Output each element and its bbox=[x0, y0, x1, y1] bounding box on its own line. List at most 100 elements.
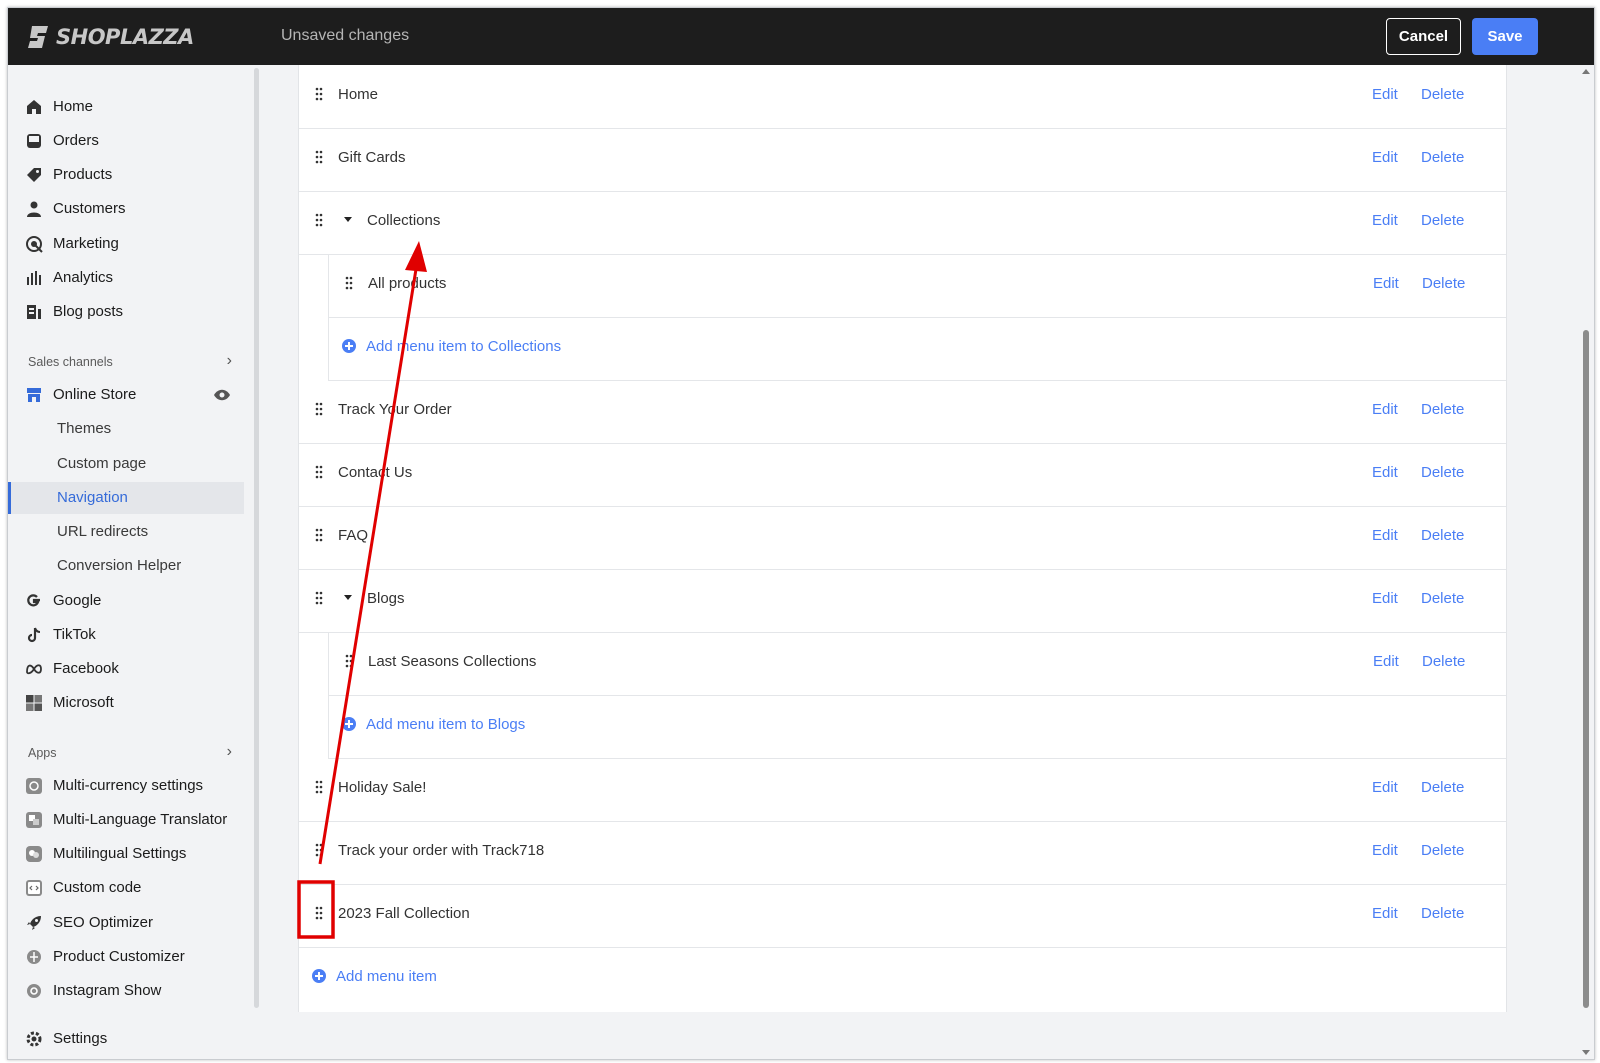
sidebar-item-blog-posts[interactable]: Blog posts bbox=[8, 296, 244, 328]
sidebar-app-multi-currency[interactable]: Multi-currency settings bbox=[8, 770, 244, 802]
delete-link[interactable]: Delete bbox=[1421, 779, 1464, 796]
delete-link[interactable]: Delete bbox=[1421, 842, 1464, 859]
multilingual-app-icon bbox=[26, 846, 42, 862]
sidebar-subitem-navigation[interactable]: Navigation bbox=[8, 482, 244, 514]
orders-icon bbox=[27, 134, 41, 148]
delete-link[interactable]: Delete bbox=[1421, 401, 1464, 418]
chevron-right-icon: › bbox=[226, 743, 232, 760]
sidebar-item-home[interactable]: Home bbox=[8, 91, 244, 123]
drag-handle-icon[interactable] bbox=[345, 654, 353, 668]
sidebar-item-customers[interactable]: Customers bbox=[8, 193, 244, 225]
edit-link[interactable]: Edit bbox=[1372, 779, 1398, 796]
scroll-down-arrow-icon[interactable] bbox=[1582, 1050, 1590, 1055]
drag-handle-icon[interactable] bbox=[315, 213, 323, 227]
edit-link[interactable]: Edit bbox=[1372, 590, 1398, 607]
sidebar-subitem-conversion-helper[interactable]: Conversion Helper bbox=[8, 550, 244, 582]
delete-link[interactable]: Delete bbox=[1421, 527, 1464, 544]
edit-link[interactable]: Edit bbox=[1372, 842, 1398, 859]
delete-link[interactable]: Delete bbox=[1421, 212, 1464, 229]
gear-icon bbox=[26, 1031, 42, 1047]
drag-handle-icon[interactable] bbox=[315, 150, 323, 164]
sidebar-item-analytics[interactable]: Analytics bbox=[8, 262, 244, 294]
delete-link[interactable]: Delete bbox=[1421, 905, 1464, 922]
edit-link[interactable]: Edit bbox=[1372, 905, 1398, 922]
sidebar-app-custom-code[interactable]: Custom code bbox=[8, 872, 244, 904]
edit-link[interactable]: Edit bbox=[1372, 86, 1398, 103]
drag-handle-icon[interactable] bbox=[315, 591, 323, 605]
edit-link[interactable]: Edit bbox=[1372, 212, 1398, 229]
delete-link[interactable]: Delete bbox=[1422, 275, 1465, 292]
sidebar-item-facebook[interactable]: Facebook bbox=[8, 653, 244, 685]
delete-link[interactable]: Delete bbox=[1421, 86, 1464, 103]
main-scrollbar[interactable] bbox=[1578, 65, 1594, 1059]
sidebar-app-product-customizer[interactable]: Product Customizer bbox=[8, 941, 244, 973]
google-icon bbox=[27, 594, 40, 607]
add-circle-icon[interactable] bbox=[312, 969, 326, 983]
menu-item-title: Track your order with Track718 bbox=[338, 842, 545, 859]
add-menu-item-to-blogs-link[interactable]: Add menu item to Blogs bbox=[366, 716, 525, 733]
drag-handle-icon[interactable] bbox=[315, 843, 323, 857]
sidebar-item-label: Analytics bbox=[53, 269, 114, 286]
edit-link[interactable]: Edit bbox=[1373, 275, 1399, 292]
add-circle-icon[interactable] bbox=[342, 717, 356, 731]
sidebar-item-products[interactable]: Products bbox=[8, 159, 244, 191]
drag-handle-icon[interactable] bbox=[315, 780, 323, 794]
add-menu-item-to-collections-link[interactable]: Add menu item to Collections bbox=[366, 338, 561, 355]
sidebar-item-google[interactable]: Google bbox=[8, 585, 244, 617]
menu-row-holiday-sale: Holiday Sale! Edit Delete bbox=[299, 758, 1506, 822]
drag-handle-icon[interactable] bbox=[315, 528, 323, 542]
scrollbar-thumb[interactable] bbox=[1583, 330, 1589, 1008]
sidebar-item-label: Marketing bbox=[53, 235, 119, 252]
sidebar-item-label: Facebook bbox=[53, 660, 119, 677]
sidebar-subitem-themes[interactable]: Themes bbox=[8, 413, 244, 445]
add-item-to-blogs-row: Add menu item to Blogs bbox=[328, 695, 1506, 759]
sidebar-item-settings[interactable]: Settings bbox=[8, 1023, 244, 1055]
sales-channels-header[interactable]: Sales channels › bbox=[28, 352, 238, 369]
shoplazza-logo-icon bbox=[28, 26, 48, 48]
add-menu-item-link[interactable]: Add menu item bbox=[336, 968, 437, 985]
edit-link[interactable]: Edit bbox=[1373, 653, 1399, 670]
save-button[interactable]: Save bbox=[1472, 18, 1538, 55]
main-content: Home Edit Delete Gift Cards Edit Delete … bbox=[260, 65, 1594, 1059]
menu-row-faq: FAQ Edit Delete bbox=[299, 506, 1506, 570]
add-circle-icon[interactable] bbox=[342, 339, 356, 353]
scroll-up-arrow-icon[interactable] bbox=[1582, 69, 1590, 74]
edit-link[interactable]: Edit bbox=[1372, 527, 1398, 544]
sidebar-subitem-url-redirects[interactable]: URL redirects bbox=[8, 516, 244, 548]
sidebar-item-online-store[interactable]: Online Store bbox=[8, 379, 244, 411]
menu-row-track718: Track your order with Track718 Edit Dele… bbox=[299, 821, 1506, 885]
sidebar-item-microsoft[interactable]: Microsoft bbox=[8, 687, 244, 719]
sidebar-app-instagram-show[interactable]: Instagram Show bbox=[8, 975, 244, 1007]
drag-handle-icon[interactable] bbox=[315, 402, 323, 416]
delete-link[interactable]: Delete bbox=[1421, 464, 1464, 481]
delete-link[interactable]: Delete bbox=[1421, 590, 1464, 607]
delete-link[interactable]: Delete bbox=[1421, 149, 1464, 166]
drag-handle-icon[interactable] bbox=[345, 276, 353, 290]
sidebar-subitem-custom-page[interactable]: Custom page bbox=[8, 448, 244, 480]
sidebar-app-translator[interactable]: Multi-Language Translator bbox=[8, 804, 244, 836]
sidebar-item-orders[interactable]: Orders bbox=[8, 125, 244, 157]
cancel-button[interactable]: Cancel bbox=[1386, 18, 1461, 55]
apps-header[interactable]: Apps › bbox=[28, 743, 238, 760]
customizer-app-icon bbox=[27, 950, 41, 964]
eye-icon[interactable] bbox=[213, 389, 231, 401]
drag-handle-icon[interactable] bbox=[315, 906, 323, 920]
drag-handle-icon[interactable] bbox=[315, 87, 323, 101]
sidebar-item-label: Google bbox=[53, 592, 102, 609]
person-icon bbox=[27, 201, 41, 217]
sidebar-subitem-label: Themes bbox=[57, 420, 112, 437]
sidebar-app-seo-optimizer[interactable]: SEO Optimizer bbox=[8, 907, 244, 939]
sidebar-scrollbar[interactable] bbox=[254, 68, 259, 1008]
caret-down-icon[interactable] bbox=[344, 595, 352, 600]
sidebar-item-marketing[interactable]: Marketing bbox=[8, 228, 244, 260]
sidebar-item-tiktok[interactable]: TikTok bbox=[8, 619, 244, 651]
edit-link[interactable]: Edit bbox=[1372, 401, 1398, 418]
edit-link[interactable]: Edit bbox=[1372, 149, 1398, 166]
delete-link[interactable]: Delete bbox=[1422, 653, 1465, 670]
edit-link[interactable]: Edit bbox=[1372, 464, 1398, 481]
drag-handle-icon[interactable] bbox=[315, 465, 323, 479]
section-title: Apps bbox=[28, 746, 57, 760]
sidebar-app-multilingual[interactable]: Multilingual Settings bbox=[8, 838, 244, 870]
shoplazza-logo[interactable]: SHOPLAZZA bbox=[28, 22, 194, 52]
caret-down-icon[interactable] bbox=[344, 217, 352, 222]
